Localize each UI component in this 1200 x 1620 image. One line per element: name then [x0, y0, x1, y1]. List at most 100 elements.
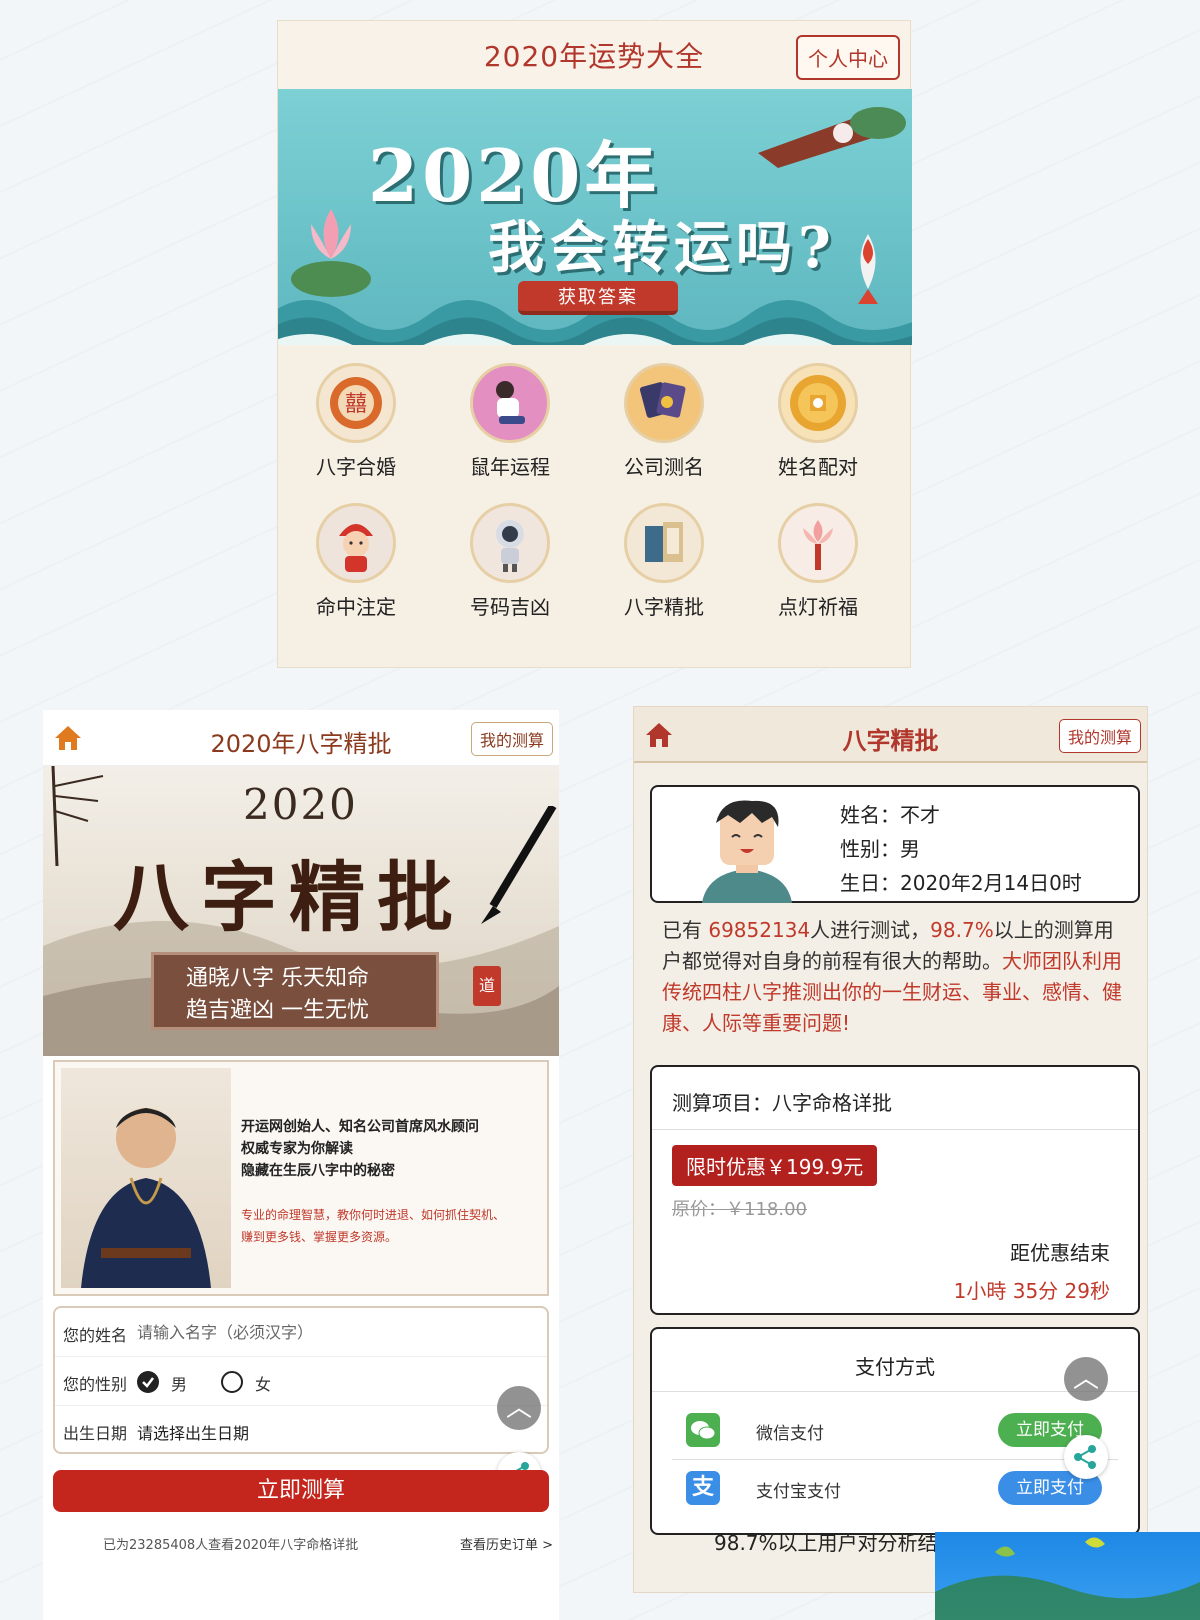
- top-header: 2020年运势大全 个人中心: [278, 21, 910, 89]
- item-name: 测算项目：八字命格详批: [672, 1091, 892, 1115]
- gender-label: 您的性别: [63, 1375, 128, 1394]
- gender-male-label: 男: [171, 1375, 188, 1394]
- birth-row[interactable]: 出生日期 请选择出生日期: [55, 1406, 547, 1455]
- divider: [652, 1129, 1138, 1130]
- profile-name: 姓名：不才: [840, 803, 940, 827]
- bazi-form-screen: 2020年八字精批 我的测算 2020 八字精批 通晓八字 乐天知命 趋吉避凶 …: [43, 710, 559, 1620]
- my-test-button[interactable]: 我的测算: [1058, 719, 1141, 753]
- grid-item-rat-year[interactable]: 鼠年运程: [440, 363, 580, 480]
- share-icon[interactable]: [1064, 1435, 1108, 1479]
- alipay-label: 支付宝支付: [756, 1482, 841, 1502]
- history-orders-link[interactable]: 查看历史订单 >: [460, 1534, 553, 1553]
- master-title-line: 开运网创始人、知名公司首席风水顾问: [241, 1119, 479, 1135]
- grid-item-blessing-lamp[interactable]: 点灯祈福: [748, 503, 888, 620]
- grid-label: 姓名配对: [778, 455, 858, 479]
- lotus-icon: [291, 209, 371, 297]
- scroll-top-icon[interactable]: ︿: [1064, 1357, 1108, 1401]
- slogan-line: 趋吉避凶 一生无忧: [186, 998, 369, 1023]
- seal-stamp: 道: [473, 966, 501, 1006]
- countdown-timer: 1小時 35分 29秒: [953, 1279, 1110, 1303]
- profile-card: 姓名：不才 性别：男 生日：2020年2月14日0时: [650, 785, 1140, 903]
- cards-icon: [624, 363, 704, 443]
- wechat-pay-label: 微信支付: [756, 1424, 824, 1444]
- order-item-card: 测算项目：八字命格详批 限时优惠￥199.9元 原价：￥118.00 距优惠结束…: [650, 1065, 1140, 1315]
- master-title-line: 隐藏在生辰八字中的秘密: [241, 1163, 395, 1179]
- master-photo: [61, 1068, 231, 1288]
- bride-icon: [316, 503, 396, 583]
- name-label: 您的姓名: [63, 1326, 128, 1345]
- grid-label: 公司测名: [624, 455, 704, 479]
- wechat-icon: [686, 1413, 720, 1447]
- corner-ad-image[interactable]: [935, 1532, 1200, 1620]
- svg-text:囍: 囍: [345, 392, 367, 417]
- master-desc-line: 专业的命理智慧，教你何时进退、如何抓住契机、: [241, 1208, 506, 1222]
- grid-item-destiny[interactable]: 命中注定: [286, 503, 426, 620]
- info-form: 您的姓名 您的性别 男 女 出生日期 请选择出生日期: [53, 1306, 549, 1454]
- slogan-line: 通晓八字 乐天知命: [186, 966, 369, 991]
- name-row: 您的姓名: [55, 1308, 547, 1357]
- get-answer-button[interactable]: 获取答案: [518, 281, 678, 315]
- name-input[interactable]: [137, 1318, 497, 1346]
- banner-year: 2020: [243, 780, 358, 829]
- grid-item-company-name[interactable]: 公司测名: [594, 363, 734, 480]
- stats-description: 已有 69852134人进行测试，98.7%以上的测算用户都觉得对自身的前程有很…: [662, 915, 1132, 1039]
- divider: [652, 1391, 1138, 1392]
- lotus-lamp-icon: [778, 503, 858, 583]
- my-test-button[interactable]: 我的测算: [470, 722, 553, 756]
- grid-item-number-luck[interactable]: 号码吉凶: [440, 503, 580, 620]
- grid-label: 号码吉凶: [470, 595, 550, 619]
- submit-test-button[interactable]: 立即测算: [53, 1470, 549, 1512]
- lotus-leaf-icon: [758, 107, 906, 168]
- birth-label: 出生日期: [63, 1424, 128, 1443]
- brush-icon: [481, 806, 557, 924]
- bamboo-icon: [51, 766, 104, 866]
- header-bar: 八字精批 我的测算: [634, 707, 1147, 763]
- scroll-top-icon[interactable]: ︿: [497, 1386, 541, 1430]
- grid-label: 八字合婚: [316, 455, 396, 479]
- grid-label: 命中注定: [316, 595, 396, 619]
- header-bar: 2020年八字精批 我的测算: [43, 710, 559, 766]
- fortune-home-screen: 2020年运势大全 个人中心 2020年 我会转运吗? 获取答案 囍 八字合婚 …: [277, 20, 912, 668]
- gender-female-label: 女: [255, 1375, 272, 1394]
- astronaut-icon: [470, 503, 550, 583]
- birth-date-picker[interactable]: 请选择出生日期: [137, 1420, 249, 1444]
- profile-birthday: 生日：2020年2月14日0时: [840, 871, 1082, 895]
- banner-headline-question: 我会转运吗?: [488, 215, 837, 281]
- bazi-banner: 2020 八字精批 通晓八字 乐天知命 趋吉避凶 一生无忧 道: [43, 766, 559, 1056]
- desc-text: 已有: [662, 918, 709, 942]
- banner-calligraphy: 八字精批: [113, 853, 465, 942]
- alipay-row[interactable]: 支 支付宝支付 立即支付: [672, 1463, 1112, 1515]
- double-happiness-icon: 囍: [316, 363, 396, 443]
- master-title-line: 权威专家为你解读: [241, 1141, 353, 1157]
- gender-female-radio[interactable]: [221, 1371, 243, 1393]
- wechat-pay-row[interactable]: 微信支付 立即支付: [672, 1405, 1112, 1457]
- countdown-label: 距优惠结束: [1010, 1241, 1110, 1265]
- koi-fish-icon: [858, 234, 878, 304]
- satisfaction-rate: 98.7%: [930, 918, 994, 942]
- divider: [672, 1459, 1118, 1460]
- master-intro-card: 开运网创始人、知名公司首席风水顾问 权威专家为你解读 隐藏在生辰八字中的秘密 专…: [53, 1060, 549, 1296]
- bazi-payment-screen: 八字精批 我的测算 姓名：不才 性别：男 生日：2020年2月14日0时 已有 …: [633, 706, 1148, 1593]
- payment-methods-card: 支付方式 微信支付 立即支付 支 支付宝支付 立即支付: [650, 1327, 1140, 1535]
- grid-item-marriage[interactable]: 囍 八字合婚: [286, 363, 426, 480]
- sitting-person-icon: [470, 363, 550, 443]
- alipay-icon: 支: [686, 1471, 720, 1505]
- books-icon: [624, 503, 704, 583]
- grid-label: 点灯祈福: [778, 595, 858, 619]
- personal-center-button[interactable]: 个人中心: [796, 35, 900, 80]
- golden-coin-icon: [778, 363, 858, 443]
- banner-slogan: 通晓八字 乐天知命 趋吉避凶 一生无忧: [151, 952, 439, 1030]
- hero-banner[interactable]: 2020年 我会转运吗? 获取答案: [278, 89, 912, 345]
- avatar: [702, 800, 792, 903]
- gender-male-radio[interactable]: [137, 1371, 159, 1393]
- discount-price-badge: 限时优惠￥199.9元: [672, 1145, 878, 1186]
- profile-gender: 性别：男: [840, 837, 920, 861]
- grid-item-bazi-detail[interactable]: 八字精批: [594, 503, 734, 620]
- grid-label: 八字精批: [624, 595, 704, 619]
- bottom-satisfaction-text: 98.7%以上用户对分析结: [714, 1531, 938, 1555]
- grid-item-name-match[interactable]: 姓名配对: [748, 363, 888, 480]
- master-desc-line: 赚到更多钱、掌握更多资源。: [241, 1230, 398, 1244]
- viewer-count-text: 已为23285408人查看2020年八字命格详批: [103, 1538, 359, 1553]
- grid-label: 鼠年运程: [470, 455, 550, 479]
- test-count: 69852134: [708, 918, 811, 942]
